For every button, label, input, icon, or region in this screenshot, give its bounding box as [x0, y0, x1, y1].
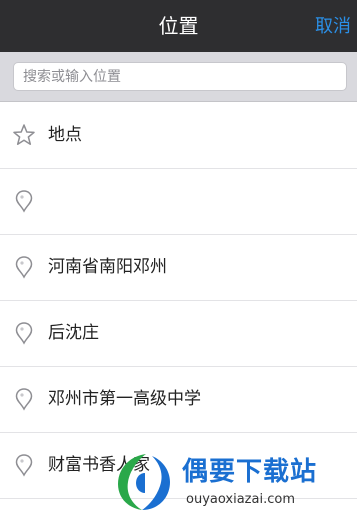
location-pin-icon: [12, 452, 36, 478]
page-title: 位置: [158, 14, 199, 38]
list-item-label: 邓州市第一高级中学: [48, 389, 201, 409]
location-pin-icon: [12, 188, 36, 214]
location-pin-icon: [12, 386, 36, 412]
watermark-logo-icon: [118, 454, 170, 510]
search-bar: [0, 52, 357, 102]
star-icon: [12, 122, 36, 148]
list-item-location[interactable]: 后沈庄: [0, 301, 357, 367]
location-pin-icon: [12, 320, 36, 346]
watermark: 偶要下载站 ouyaoxiazai.com: [112, 450, 357, 514]
list-item-label: 后沈庄: [48, 323, 99, 343]
location-pin-icon: [12, 254, 36, 280]
cancel-button[interactable]: 取消: [315, 15, 351, 39]
list-item-location[interactable]: 邓州市第一高级中学: [0, 367, 357, 433]
list-item-location[interactable]: 河南省南阳邓州: [0, 235, 357, 301]
list-item-current-location[interactable]: [0, 169, 357, 235]
list-item-label: 地点: [48, 125, 82, 145]
list-item-label: 河南省南阳邓州: [48, 257, 167, 277]
search-input[interactable]: [13, 62, 347, 91]
location-list: 地点 河南省南阳邓州 后沈庄 邓州市第一高级中学 财富书香人家: [0, 103, 357, 499]
watermark-url: ouyaoxiazai.com: [186, 492, 295, 507]
watermark-title: 偶要下载站: [182, 457, 318, 487]
navigation-bar: 位置 取消: [0, 0, 357, 52]
list-item-places[interactable]: 地点: [0, 103, 357, 169]
